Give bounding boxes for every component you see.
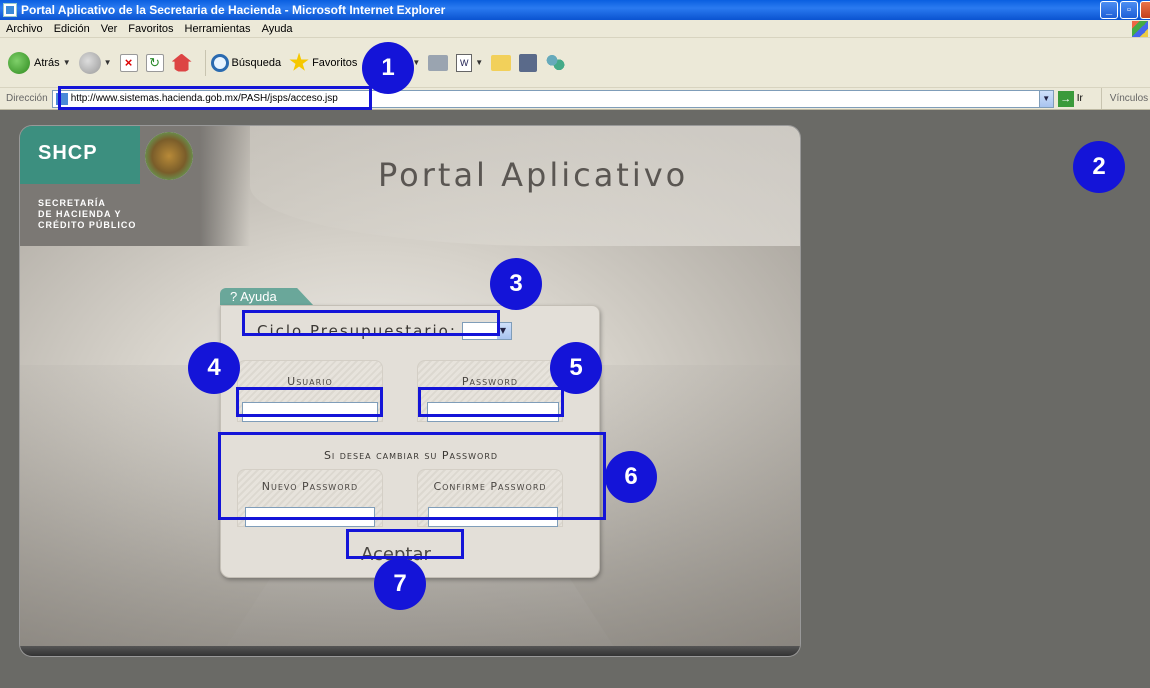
go-arrow-icon: → <box>1057 90 1074 107</box>
toolbar-separator <box>204 49 206 76</box>
messenger-button[interactable] <box>545 53 566 72</box>
go-button[interactable]: → Ir <box>1057 90 1083 107</box>
forward-button[interactable]: ▼ <box>78 51 112 74</box>
annotation-badge-6: 6 <box>605 451 657 503</box>
logo-line: SECRETARÍA <box>38 198 106 208</box>
annotation-badge-4: 4 <box>188 342 240 394</box>
search-button[interactable]: Búsqueda <box>210 53 282 72</box>
home-button[interactable] <box>171 53 192 72</box>
print-button[interactable] <box>428 54 449 71</box>
star-icon <box>289 52 309 71</box>
annotation-box-ciclo <box>242 310 500 336</box>
research-button[interactable] <box>519 53 538 72</box>
annotation-badge-7: 7 <box>374 558 426 610</box>
page-title: Portal Aplicativo <box>378 156 689 194</box>
forward-arrow-icon <box>78 51 101 74</box>
annotation-badge-3: 3 <box>490 258 542 310</box>
annotation-badge-5: 5 <box>550 342 602 394</box>
minimize-button[interactable]: _ <box>1100 1 1118 19</box>
logo-line: DE HACIENDA Y <box>38 209 122 219</box>
portal-base <box>20 646 800 656</box>
window-title: Portal Aplicativo de la Secretaria de Ha… <box>21 3 446 17</box>
close-button[interactable] <box>1140 1 1150 19</box>
discuss-button[interactable] <box>491 54 512 71</box>
annotation-box-url <box>58 86 372 110</box>
annotation-badge-2: 2 <box>1073 141 1125 193</box>
menu-ver[interactable]: Ver <box>101 23 118 35</box>
menu-favoritos[interactable]: Favoritos <box>128 23 173 35</box>
links-button[interactable]: Vínculos <box>1100 88 1149 109</box>
help-tab[interactable]: ? Ayuda <box>220 288 314 306</box>
shcp-logo: SHCP SECRETARÍA DE HACIENDA Y CRÉDITO PÚ… <box>20 126 200 246</box>
annotation-box-password <box>418 387 564 417</box>
annotation-box-usuario <box>236 387 383 417</box>
messenger-icon <box>545 53 566 72</box>
menu-bar: Archivo Edición Ver Favoritos Herramient… <box>0 20 1150 38</box>
annotation-box-aceptar <box>346 529 464 559</box>
menu-edicion[interactable]: Edición <box>54 23 90 35</box>
logo-fade <box>200 126 250 246</box>
favorites-label: Favoritos <box>312 56 358 69</box>
go-label: Ir <box>1076 93 1083 104</box>
menu-herramientas[interactable]: Herramientas <box>185 23 251 35</box>
annotation-badge-1: 1 <box>362 42 414 94</box>
back-button[interactable]: Atrás ▼ <box>8 51 71 74</box>
links-label: Vínculos <box>1109 93 1149 104</box>
back-arrow-icon <box>8 51 30 74</box>
word-doc-icon: W <box>456 53 473 72</box>
window-title-bar: Portal Aplicativo de la Secretaria de Ha… <box>0 0 1150 20</box>
printer-icon <box>428 54 449 71</box>
home-icon <box>171 53 192 72</box>
maximize-button[interactable]: ▫ <box>1120 1 1138 19</box>
favorites-button[interactable]: Favoritos <box>289 52 358 73</box>
mexico-seal-icon <box>145 132 193 180</box>
logo-acronym: SHCP <box>20 126 140 184</box>
chevron-down-icon[interactable]: ▼ <box>104 58 112 67</box>
research-icon <box>519 53 538 72</box>
menu-ayuda[interactable]: Ayuda <box>262 23 293 35</box>
chevron-down-icon[interactable]: ▼ <box>475 58 483 67</box>
stop-icon: × <box>119 53 138 72</box>
edit-button[interactable]: W ▼ <box>456 53 483 72</box>
chevron-down-icon[interactable]: ▼ <box>1038 90 1053 107</box>
address-label: Dirección <box>6 93 48 104</box>
menu-archivo[interactable]: Archivo <box>6 23 43 35</box>
folder-icon <box>491 54 512 71</box>
back-label: Atrás <box>34 56 60 69</box>
search-label: Búsqueda <box>231 56 282 69</box>
chevron-down-icon[interactable]: ▼ <box>63 58 71 67</box>
windows-logo-icon <box>1132 21 1148 37</box>
refresh-icon: ↻ <box>145 53 164 72</box>
refresh-button[interactable]: ↻ <box>145 53 164 72</box>
page-viewport: SHCP SECRETARÍA DE HACIENDA Y CRÉDITO PÚ… <box>0 111 1150 688</box>
search-icon <box>210 53 229 72</box>
browser-toolbar: Atrás ▼ ▼ × ↻ Búsqueda Favoritos ▼ W ▼ <box>0 38 1150 88</box>
portal-header: SHCP SECRETARÍA DE HACIENDA Y CRÉDITO PÚ… <box>20 126 800 246</box>
annotation-box-change-password <box>218 432 606 520</box>
window-controls: _ ▫ <box>1100 1 1150 19</box>
logo-name: SECRETARÍA DE HACIENDA Y CRÉDITO PÚBLICO <box>38 198 136 231</box>
ie-app-icon <box>3 3 17 17</box>
stop-button[interactable]: × <box>119 53 138 72</box>
logo-line: CRÉDITO PÚBLICO <box>38 220 137 230</box>
